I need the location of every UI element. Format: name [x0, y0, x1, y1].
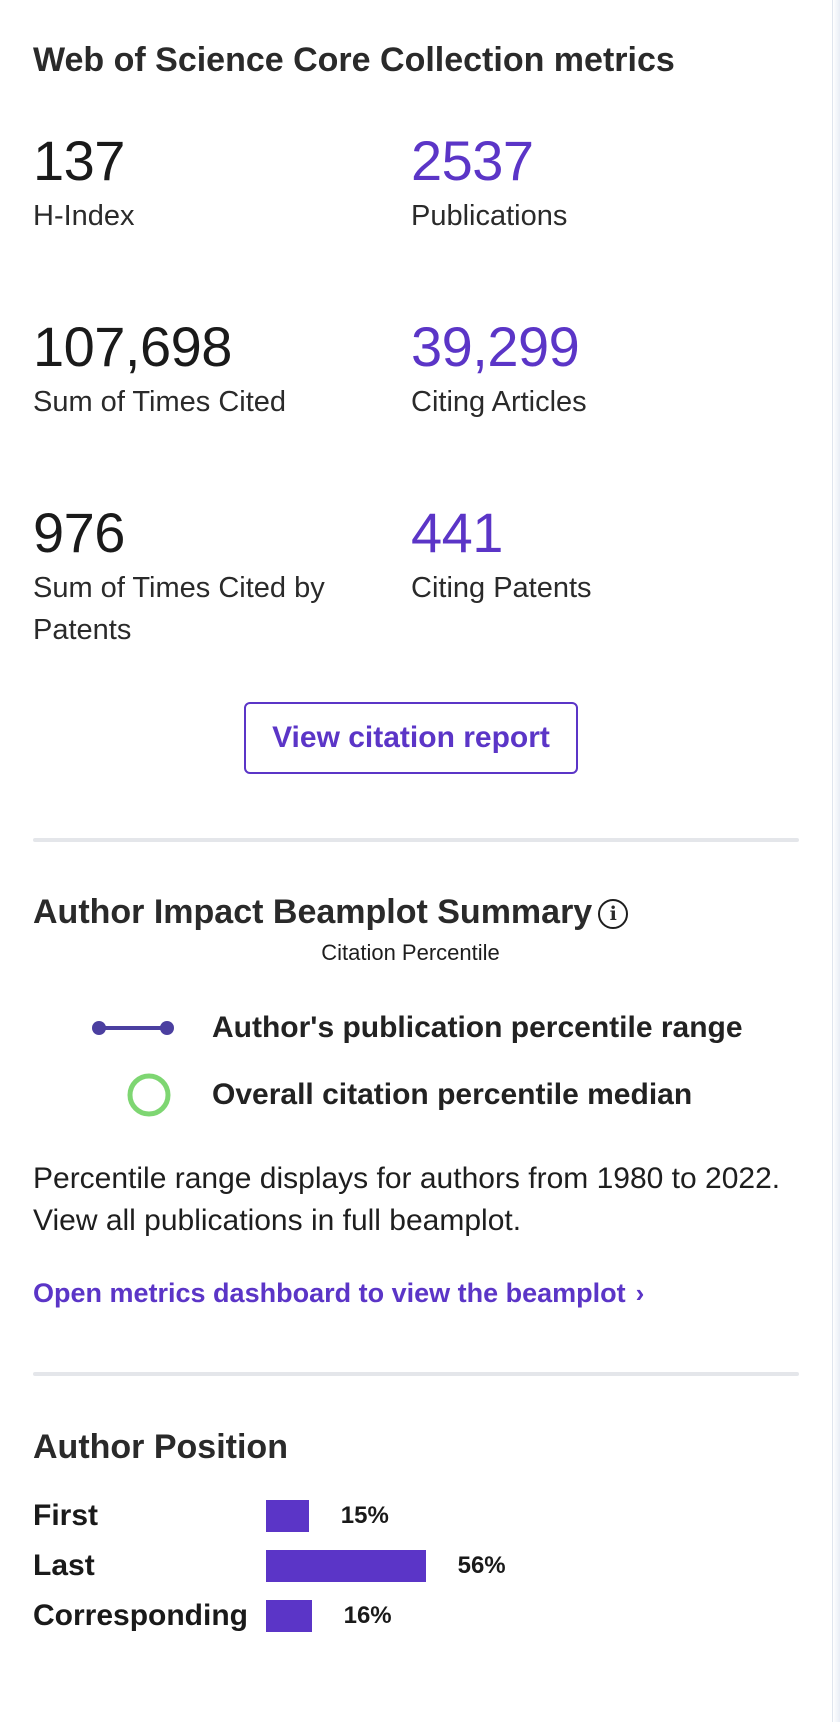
metric-h-index: 137 H-Index [33, 133, 393, 237]
section-divider [33, 1372, 799, 1376]
author-position-percent: 56% [457, 1552, 506, 1579]
sum-cited-by-patents-value: 976 [33, 501, 125, 564]
legend-label-median: Overall citation percentile median [212, 1078, 693, 1111]
metric-publications[interactable]: 2537 Publications [411, 133, 771, 237]
citing-patents-value[interactable]: 441 [411, 505, 771, 561]
citing-patents-label: Citing Patents [411, 572, 592, 604]
open-metrics-dashboard-link[interactable]: Open metrics dashboard to view the beamp… [33, 1278, 644, 1309]
author-position-percent: 16% [343, 1602, 392, 1629]
legend-label-range: Author's publication percentile range [212, 1011, 743, 1044]
author-position-label: Corresponding [33, 1599, 248, 1632]
author-position-row: First 15% [33, 1496, 733, 1536]
chevron-right-icon[interactable]: › [636, 1278, 645, 1309]
metric-citing-patents[interactable]: 441 Citing Patents [411, 505, 771, 609]
sum-times-cited-label: Sum of Times Cited [33, 386, 287, 418]
metric-sum-cited-by-patents: 976 Sum of Times Cited by Patents [33, 505, 363, 651]
author-position-row: Last 56% [33, 1546, 733, 1586]
author-position-bar [266, 1500, 309, 1532]
sum-times-cited-value: 107,698 [33, 315, 232, 378]
range-line-icon [92, 1021, 174, 1035]
author-position-row: Corresponding 16% [33, 1596, 733, 1636]
sum-cited-by-patents-label: Sum of Times Cited by Patents [33, 572, 325, 646]
section-divider [33, 838, 799, 842]
view-citation-report-button[interactable]: View citation report [244, 702, 578, 774]
publications-label: Publications [411, 200, 568, 232]
author-position-percent: 15% [340, 1502, 389, 1529]
author-position-label: First [33, 1499, 99, 1532]
info-circle-icon[interactable]: i [598, 899, 629, 929]
open-metrics-dashboard-label[interactable]: Open metrics dashboard to view the beamp… [33, 1278, 626, 1308]
author-position-label: Last [33, 1549, 95, 1582]
beamplot-description: Percentile range displays for authors fr… [33, 1162, 781, 1237]
median-circle-icon [127, 1073, 171, 1117]
legend-item-median: Overall citation percentile median [33, 1073, 799, 1117]
citing-articles-value[interactable]: 39,299 [411, 319, 771, 375]
beamplot-title: Author Impact Beamplot Summary i [33, 893, 629, 932]
beamplot-title-text: Author Impact Beamplot Summary [33, 893, 593, 931]
citing-articles-label: Citing Articles [411, 386, 587, 418]
panel-edge [832, 0, 840, 1722]
h-index-label: H-Index [33, 200, 135, 232]
core-metrics-title: Web of Science Core Collection metrics [33, 41, 675, 79]
metric-sum-times-cited: 107,698 Sum of Times Cited [33, 319, 393, 423]
author-position-title: Author Position [33, 1428, 288, 1466]
legend-item-range: Author's publication percentile range [33, 1006, 799, 1050]
author-position-bar [266, 1600, 312, 1632]
publications-value[interactable]: 2537 [411, 133, 771, 189]
beamplot-subcaption: Citation Percentile [321, 940, 500, 965]
metric-citing-articles[interactable]: 39,299 Citing Articles [411, 319, 771, 423]
h-index-value: 137 [33, 129, 125, 192]
author-position-bar [266, 1550, 426, 1582]
